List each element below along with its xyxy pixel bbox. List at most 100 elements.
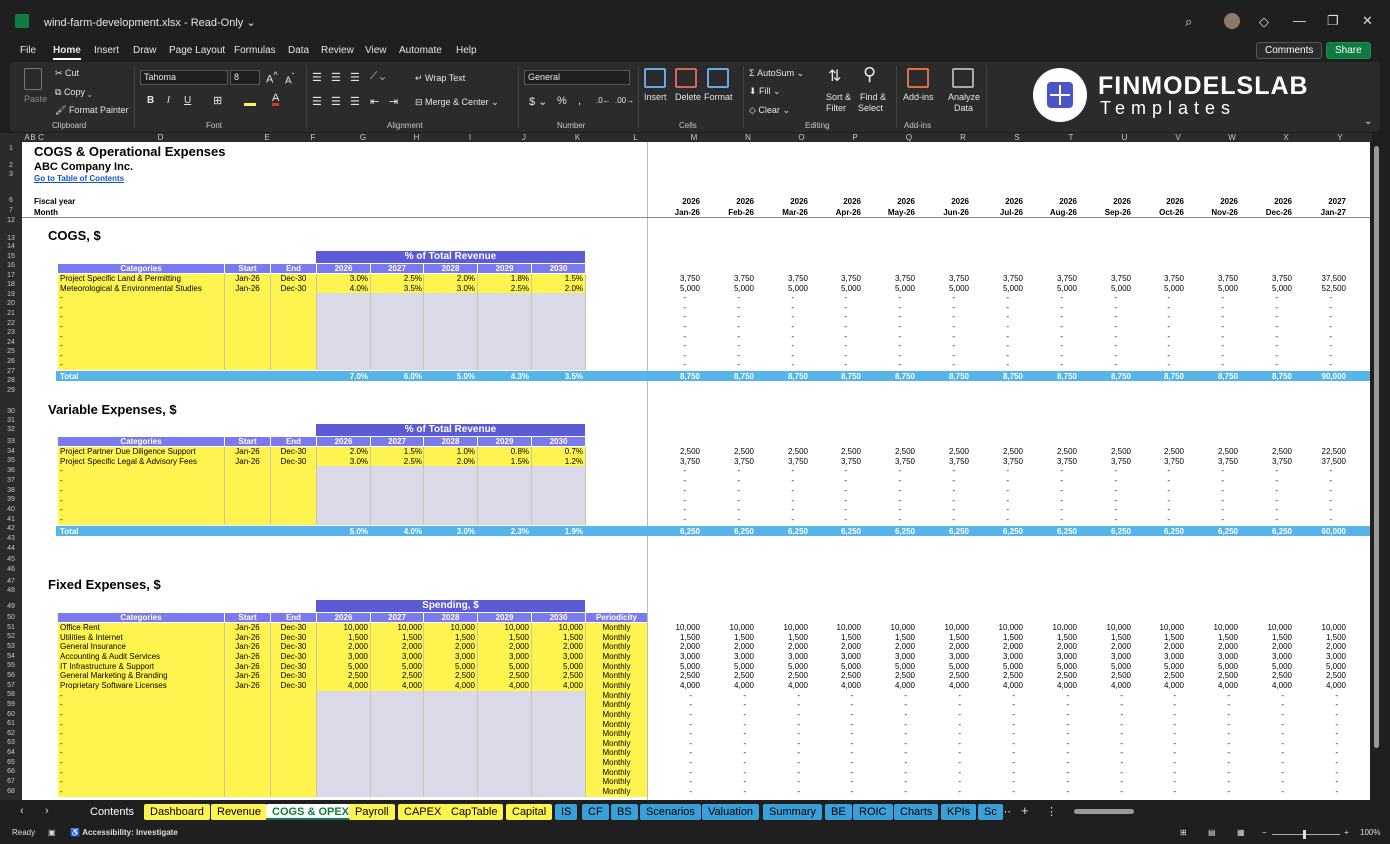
row-header-63[interactable]: 63 (0, 739, 22, 747)
column-header-t[interactable]: T (1044, 133, 1098, 142)
row-header-52[interactable]: 52 (0, 633, 22, 641)
row-header-33[interactable]: 33 (0, 438, 22, 446)
row-header-66[interactable]: 66 (0, 768, 22, 776)
currency-button[interactable]: $ ⌄ (529, 95, 547, 108)
column-header-s[interactable]: S (990, 133, 1044, 142)
row-header-44[interactable]: 44 (0, 545, 22, 553)
add-ins-button[interactable]: Add-ins (903, 92, 934, 102)
cogs-row-pct[interactable]: 3.5% (371, 284, 422, 293)
variable-empty-row-dash[interactable]: - (60, 496, 63, 505)
row-header-26[interactable]: 26 (0, 358, 22, 366)
column-header-j[interactable]: J (497, 133, 551, 142)
cogs-empty-row-dash[interactable]: - (60, 332, 63, 341)
fixed-row-end[interactable]: Dec-30 (271, 623, 316, 632)
fixed-row-spending[interactable]: 3,000 (317, 652, 368, 661)
fixed-empty-row-dash[interactable]: - (60, 768, 63, 777)
fixed-row-periodicity[interactable]: Monthly (586, 710, 647, 719)
tab-roic[interactable]: ROIC (853, 804, 893, 820)
zoom-level[interactable]: 100% (1360, 828, 1380, 837)
menu-file[interactable]: File (20, 45, 36, 56)
fixed-row-spending[interactable]: 4,000 (478, 681, 529, 690)
analyze-data-label-2[interactable]: Data (954, 103, 973, 113)
row-header-39[interactable]: 39 (0, 496, 22, 504)
zoom-in-icon[interactable]: + (1344, 828, 1349, 837)
cut-button[interactable]: ✂ Cut (55, 68, 79, 79)
menu-home[interactable]: Home (53, 45, 81, 60)
column-header-d[interactable]: D (77, 133, 244, 142)
horizontal-scroll-thumb[interactable] (1074, 809, 1134, 814)
fixed-empty-values-area[interactable] (317, 690, 585, 797)
variable-row-pct[interactable]: 2.0% (317, 447, 368, 456)
increase-font-icon[interactable]: A^ (266, 70, 278, 86)
row-header-41[interactable]: 41 (0, 516, 22, 524)
fixed-empty-row-dash[interactable]: - (60, 700, 63, 709)
variable-row-pct[interactable]: 1.2% (532, 457, 583, 466)
fixed-row-spending[interactable]: 2,500 (424, 671, 475, 680)
fixed-row-periodicity[interactable]: Monthly (586, 681, 647, 690)
row-header-38[interactable]: 38 (0, 487, 22, 495)
cogs-empty-row-dash[interactable]: - (60, 322, 63, 331)
fixed-row-end[interactable]: Dec-30 (271, 633, 316, 642)
cogs-empty-values-area[interactable] (317, 293, 585, 370)
column-header-e[interactable]: E (244, 133, 290, 142)
comments-button[interactable]: Comments (1256, 42, 1323, 59)
row-header-42[interactable]: 42 (0, 525, 22, 533)
fixed-row-periodicity[interactable]: Monthly (586, 652, 647, 661)
cogs-empty-row-dash[interactable]: - (60, 341, 63, 350)
tab-captable[interactable]: CapTable (445, 804, 504, 820)
insert-button[interactable]: Insert (644, 92, 667, 102)
tab-is[interactable]: IS (555, 804, 578, 820)
fixed-row-end[interactable]: Dec-30 (271, 671, 316, 680)
format-painter-button[interactable]: 🖌 Format Painter (55, 105, 128, 116)
cogs-row-end[interactable]: Dec-30 (271, 274, 316, 283)
analyze-data-label-1[interactable]: Analyze (948, 92, 980, 102)
variable-row-start[interactable]: Jan-26 (225, 457, 270, 466)
fixed-row-start[interactable]: Jan-26 (225, 642, 270, 651)
column-header-w[interactable]: W (1205, 133, 1259, 142)
fixed-row-end[interactable]: Dec-30 (271, 681, 316, 690)
share-button[interactable]: Share (1326, 42, 1371, 59)
fixed-row-spending[interactable]: 1,500 (532, 633, 583, 642)
column-header-u[interactable]: U (1098, 133, 1151, 142)
maximize-icon[interactable]: ❐ (1327, 13, 1339, 29)
row-header-58[interactable]: 58 (0, 691, 22, 699)
row-header-31[interactable]: 31 (0, 417, 22, 425)
row-header-64[interactable]: 64 (0, 749, 22, 757)
fixed-row-spending[interactable]: 1,500 (424, 633, 475, 642)
italic-icon[interactable]: I (167, 95, 170, 106)
cogs-row-pct[interactable]: 1.5% (532, 274, 583, 283)
row-header-3[interactable]: 3 (0, 171, 22, 179)
fixed-empty-row-dash[interactable]: - (60, 720, 63, 729)
row-header-56[interactable]: 56 (0, 672, 22, 680)
variable-row-pct[interactable]: 1.5% (478, 457, 529, 466)
decrease-decimal-icon[interactable]: .00→ (615, 96, 634, 105)
font-name-select[interactable]: Tahoma (140, 70, 228, 85)
row-header-27[interactable]: 27 (0, 368, 22, 376)
column-header-i[interactable]: I (443, 133, 497, 142)
menu-view[interactable]: View (365, 45, 387, 56)
sort-filter-label-1[interactable]: Sort & (826, 92, 851, 102)
variable-empty-values-area[interactable] (317, 466, 585, 525)
wrap-text-button[interactable]: ↵ Wrap Text (415, 73, 465, 84)
cogs-row-pct[interactable]: 2.5% (371, 274, 422, 283)
tab-bs[interactable]: BS (611, 804, 638, 820)
column-header-q[interactable]: Q (882, 133, 936, 142)
variable-row-end[interactable]: Dec-30 (271, 447, 316, 456)
cogs-row-start[interactable]: Jan-26 (225, 284, 270, 293)
find-select-icon[interactable]: ⚲ (863, 64, 876, 85)
variable-empty-row-dash[interactable]: - (60, 515, 63, 524)
sort-filter-icon[interactable]: ⇅ (828, 66, 841, 86)
fixed-row-spending[interactable]: 10,000 (478, 623, 529, 632)
cogs-row-pct[interactable]: 2.0% (424, 274, 475, 283)
fixed-row-category[interactable]: General Marketing & Branding (60, 671, 168, 680)
fixed-row-periodicity[interactable]: Monthly (586, 729, 647, 738)
fixed-empty-row-dash[interactable]: - (60, 758, 63, 767)
row-header-18[interactable]: 18 (0, 281, 22, 289)
column-header-h[interactable]: H (390, 133, 443, 142)
row-header-15[interactable]: 15 (0, 253, 22, 261)
fixed-row-spending[interactable]: 5,000 (478, 662, 529, 671)
fixed-empty-row-dash[interactable]: - (60, 739, 63, 748)
diamond-icon[interactable]: ◇ (1259, 14, 1269, 30)
fixed-empty-row-dash[interactable]: - (60, 691, 63, 700)
fixed-row-spending[interactable]: 1,500 (478, 633, 529, 642)
